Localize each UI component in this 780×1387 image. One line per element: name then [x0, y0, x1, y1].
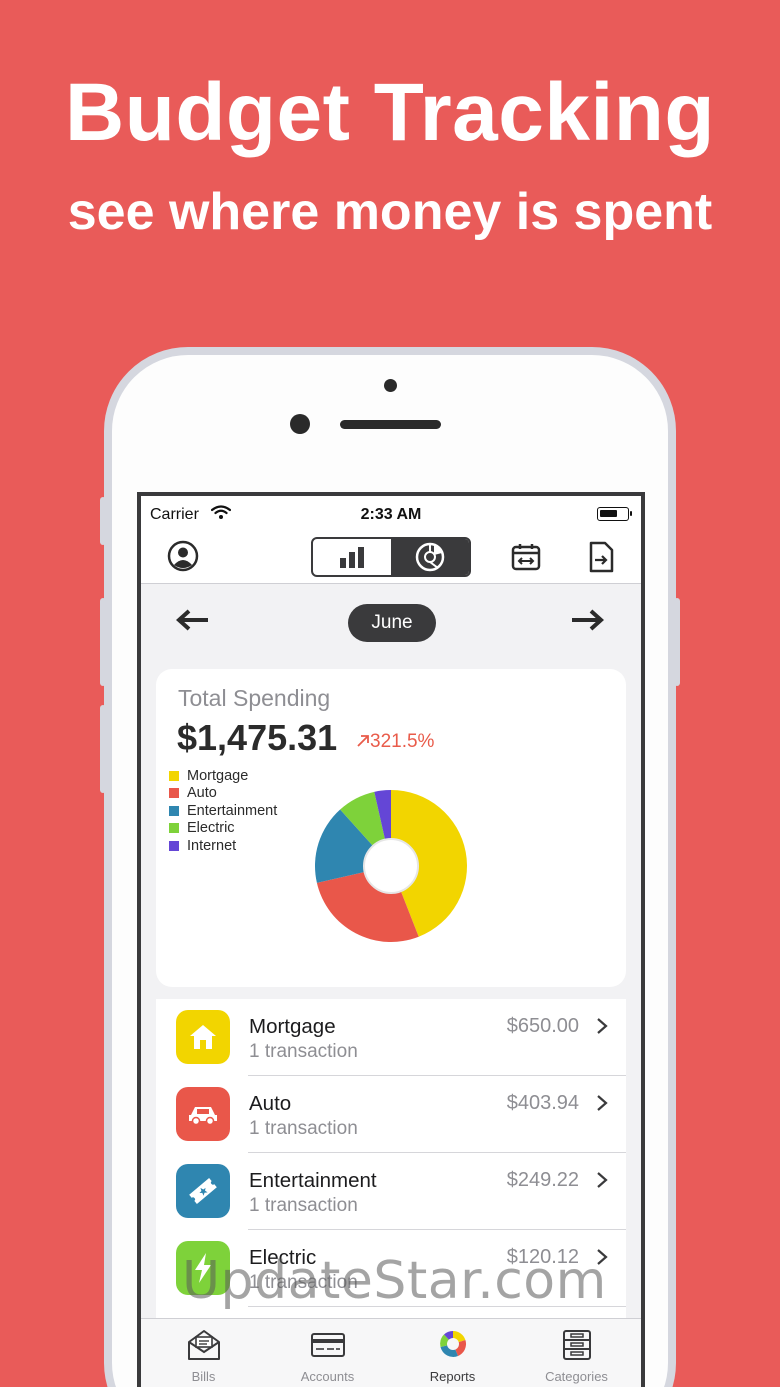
car-icon [176, 1087, 230, 1141]
power-button [674, 598, 680, 686]
category-name: Entertainment [249, 1169, 377, 1192]
card-title: Total Spending [178, 685, 331, 711]
tab-accounts[interactable]: Accounts [265, 1319, 390, 1387]
tab-label: Reports [429, 1369, 476, 1384]
cabinet-icon [562, 1330, 591, 1360]
category-name: Mortgage [249, 1015, 336, 1038]
house-icon [176, 1010, 230, 1064]
transaction-count: 1 transaction [249, 1041, 358, 1062]
profile-icon[interactable] [167, 540, 199, 577]
proximity-sensor [384, 379, 397, 392]
tab-bar: Bills Accounts Reports Categories [141, 1318, 641, 1387]
watermark: UpdateStar.com [182, 1251, 607, 1311]
earpiece-speaker [340, 420, 441, 429]
legend-swatch [169, 805, 179, 816]
promo-headline: Budget Tracking [65, 67, 715, 158]
category-row-entertainment[interactable]: Entertainment 1 transaction $249.22 [156, 1153, 626, 1230]
month-navigator: June [141, 585, 641, 661]
legend-entry: Entertainment [169, 802, 277, 820]
category-amount: $249.22 [506, 1169, 579, 1191]
legend-entry: Internet [169, 837, 277, 855]
volume-up-button [100, 598, 106, 686]
tab-bills[interactable]: Bills [141, 1319, 266, 1387]
bar-chart-icon [340, 547, 364, 568]
date-range-icon[interactable] [511, 542, 541, 577]
legend-label: Entertainment [187, 802, 278, 819]
chart-legend: Mortgage Auto Entertainment Electric Interne… [169, 767, 277, 855]
month-selector[interactable]: June [348, 604, 436, 642]
category-row-auto[interactable]: Auto 1 transaction $403.94 [156, 1076, 626, 1153]
category-row-mortgage[interactable]: Mortgage 1 transaction $650.00 [156, 999, 626, 1076]
card-icon [310, 1333, 345, 1357]
next-month-arrow-icon[interactable] [571, 607, 605, 638]
spending-pie-chart [315, 790, 468, 942]
legend-swatch [169, 840, 179, 851]
donut-hole [363, 838, 419, 894]
legend-swatch [169, 788, 179, 799]
reports-icon [439, 1330, 466, 1357]
category-amount: $650.00 [506, 1015, 579, 1037]
tab-categories[interactable]: Categories [514, 1319, 639, 1387]
pie-chart-segment[interactable] [391, 539, 469, 575]
chevron-right-icon [596, 1094, 608, 1117]
legend-swatch [169, 770, 179, 781]
nav-bar [141, 530, 641, 584]
legend-label: Auto [187, 785, 217, 802]
chevron-right-icon [596, 1171, 608, 1194]
status-bar: Carrier 2:33 AM [141, 496, 641, 530]
total-spending-amount: $1,475.31 [177, 717, 338, 758]
transaction-count: 1 transaction [249, 1118, 358, 1139]
ticket-icon [176, 1164, 230, 1218]
transaction-count: 1 transaction [249, 1195, 358, 1216]
category-name: Auto [249, 1092, 292, 1115]
arrow-up-right-icon [357, 735, 369, 747]
volume-down-button [100, 705, 106, 793]
tab-reports[interactable]: Reports [390, 1319, 515, 1387]
pie-chart-icon [415, 542, 445, 572]
spending-summary-card: Total Spending $1,475.31 321.5% Mortgage… [156, 669, 626, 987]
legend-label: Mortgage [187, 767, 249, 784]
mute-switch [100, 497, 106, 545]
chevron-right-icon [596, 1017, 608, 1040]
legend-swatch [169, 823, 179, 834]
category-amount: $403.94 [506, 1092, 579, 1114]
view-segmented-control [311, 537, 471, 577]
legend-entry: Mortgage [169, 767, 277, 785]
tab-label: Bills [191, 1369, 216, 1384]
previous-month-arrow-icon[interactable] [175, 607, 209, 638]
legend-entry: Auto [169, 785, 277, 803]
battery-icon [597, 507, 632, 521]
legend-entry: Electric [169, 820, 277, 838]
promo-subline: see where money is spent [67, 183, 713, 241]
clock: 2:33 AM [360, 506, 422, 523]
front-camera [290, 414, 310, 434]
tab-label: Categories [545, 1369, 608, 1384]
export-icon[interactable] [588, 541, 614, 578]
legend-label: Electric [187, 820, 235, 837]
envelope-icon [187, 1330, 220, 1360]
spending-change: 321.5% [356, 731, 434, 753]
tab-label: Accounts [300, 1369, 355, 1384]
legend-label: Internet [187, 837, 237, 854]
change-percent: 321.5% [370, 731, 435, 752]
bar-chart-segment[interactable] [313, 539, 391, 575]
